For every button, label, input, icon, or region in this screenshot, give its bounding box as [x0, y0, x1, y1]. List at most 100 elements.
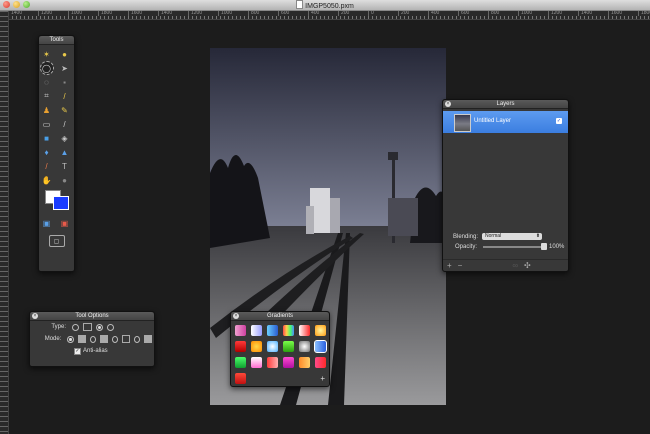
quick-mask-icon: ▣ — [42, 218, 51, 228]
gradient-swatch[interactable] — [315, 357, 326, 368]
tool-options-header: × Tool Options — [30, 312, 154, 321]
window-titlebar: IMGP5050.pxm — [0, 0, 650, 11]
vertical-ruler[interactable] — [0, 11, 9, 434]
stamp-tool-button[interactable]: ♟ — [41, 104, 53, 116]
background-color-swatch[interactable] — [53, 196, 69, 210]
wand-tool-button[interactable]: ✶ — [41, 48, 53, 60]
brush-tool-button[interactable]: / — [59, 118, 71, 130]
close-layers-button[interactable]: × — [445, 101, 451, 107]
select-arrows-icon: ⬍ — [535, 233, 541, 239]
magic-select-icon: ▪ — [63, 77, 66, 87]
lasso-tool-button[interactable]: ◌ — [41, 76, 53, 88]
ruler-label: 0 — [368, 11, 398, 16]
gradient-swatch[interactable] — [267, 325, 278, 336]
color-swatches — [45, 190, 74, 214]
ruler-label: 1800 — [638, 11, 650, 16]
gradient-swatch[interactable] — [251, 357, 262, 368]
gradient-swatch[interactable] — [267, 357, 278, 368]
layers-header: × Layers — [443, 100, 568, 109]
arrow-tool-button[interactable]: ➤ — [59, 62, 71, 74]
opacity-slider-knob[interactable] — [541, 243, 548, 250]
ellipse-select-icon: ◯ — [42, 63, 51, 73]
document-icon — [296, 0, 304, 9]
gradient-swatch[interactable] — [283, 325, 294, 336]
quick-mask-tool-button[interactable]: ▣ — [41, 217, 53, 229]
add-gradient-button[interactable]: + — [320, 374, 325, 383]
close-gradients-button[interactable]: × — [233, 313, 239, 319]
ruler-label: 1400 — [158, 11, 188, 16]
anti-alias-checkbox[interactable]: ✓ — [74, 347, 81, 355]
gradient-swatch[interactable] — [283, 341, 294, 352]
mode-radio-add[interactable] — [89, 335, 96, 343]
gradients-title: Gradients — [266, 313, 293, 319]
mode-new-icon — [77, 335, 86, 343]
drop-icon: ♦ — [44, 147, 49, 157]
gradient-swatch[interactable] — [283, 357, 294, 368]
eyedropper-tool-button[interactable]: / — [59, 90, 71, 102]
gradient-swatch[interactable] — [235, 357, 246, 368]
ruler-label: 600 — [278, 11, 308, 16]
gradient-swatch[interactable] — [235, 373, 246, 384]
fill-tool-button[interactable]: ◈ — [59, 132, 71, 144]
gradient-swatch[interactable] — [235, 341, 246, 352]
eraser-tool-button[interactable]: ▭ — [41, 118, 53, 130]
tools-panel-title: Tools — [39, 36, 74, 45]
arrow-icon: ➤ — [61, 63, 68, 73]
layer-row[interactable]: Untitled Layer ✓ — [443, 111, 568, 133]
gradient-swatch[interactable] — [299, 325, 310, 336]
mode-radio-intersect[interactable] — [133, 335, 141, 343]
layers-panel: × Layers Untitled Layer ✓ Blending: Norm… — [442, 99, 569, 272]
drop-tool-button[interactable]: ♦ — [41, 146, 53, 158]
tool-grid: ✶ ● ◯ ➤ ◌ ▪ ⌗ / ♟ ✎ ▭ / ■ ◈ ♦ ▲ / T ✋ ● — [39, 45, 74, 186]
remove-layer-button[interactable]: − — [458, 261, 463, 270]
gradient-swatch[interactable] — [315, 325, 326, 336]
fill-icon: ◈ — [61, 133, 68, 143]
lasso-icon: ◌ — [44, 77, 49, 87]
ruler-labels: 1400 1200 1000 1800 1600 1400 1200 1000 800 600 40… — [8, 11, 650, 16]
mask-mode-tool-button[interactable]: ▣ — [59, 217, 71, 229]
type-radio-ellipse[interactable] — [96, 323, 103, 331]
pencil-tool-button[interactable]: ✎ — [59, 104, 71, 116]
text-icon: T — [62, 161, 67, 171]
brush-icon: / — [63, 119, 66, 129]
magic-select-tool-button[interactable]: ▪ — [59, 76, 71, 88]
gradient-swatch[interactable] — [267, 341, 278, 352]
layer-thumbnail — [454, 114, 471, 132]
mode-row: Mode: — [30, 333, 154, 345]
zoom-tool-button[interactable]: ● — [59, 174, 71, 186]
gradient-swatch[interactable] — [299, 341, 310, 352]
mode-radio-subtract[interactable] — [111, 335, 118, 343]
fit-screen-button[interactable]: ▢ — [48, 235, 65, 247]
opacity-slider[interactable] — [483, 243, 548, 250]
mode-radio-new[interactable] — [67, 335, 74, 343]
tools-panel: Tools ✶ ● ◯ ➤ ◌ ▪ ⌗ / ♟ ✎ ▭ / ■ ◈ ♦ ▲ / T ✋ ● ▣ ▣ ▢ — [38, 35, 75, 272]
ellipse-select-tool-button[interactable]: ◯ — [39, 61, 54, 75]
smudge-icon: / — [45, 161, 48, 171]
layers-title: Layers — [496, 101, 515, 107]
gradient-swatch[interactable] — [251, 341, 262, 352]
sharpen-tool-button[interactable]: ▲ — [59, 146, 71, 158]
ruler-label: 1200 — [548, 11, 578, 16]
gradient-swatch[interactable] — [235, 325, 246, 336]
gradient-swatch[interactable] — [314, 340, 327, 353]
gradient-swatch[interactable] — [251, 325, 262, 336]
gradient-tool-button[interactable]: ■ — [41, 132, 53, 144]
type-radio-rect[interactable] — [72, 323, 79, 331]
layer-visibility-checkbox[interactable]: ✓ — [556, 118, 562, 124]
layer-settings-button[interactable]: ✣ — [524, 261, 531, 270]
ruler-label: 1000 — [518, 11, 548, 16]
smudge-tool-button[interactable]: / — [41, 160, 53, 172]
gradient-swatch[interactable] — [299, 357, 310, 368]
add-layer-button[interactable]: + — [447, 261, 452, 270]
close-tool-options-button[interactable]: × — [32, 313, 38, 319]
hand-tool-button[interactable]: ✋ — [41, 174, 53, 186]
blending-select[interactable]: Normal ⬍ — [482, 233, 543, 240]
ellipse-shape-icon — [107, 323, 114, 331]
window-title-text: IMGP5050.pxm — [305, 3, 354, 10]
eggs-tool-button[interactable]: ● — [59, 48, 71, 60]
horizontal-ruler[interactable]: 1400 1200 1000 1800 1600 1400 1200 1000 800 600 40… — [8, 11, 650, 20]
gradients-panel: × Gradients + — [230, 311, 330, 387]
text-tool-button[interactable]: T — [59, 160, 71, 172]
crop-tool-button[interactable]: ⌗ — [41, 90, 53, 102]
ruler-label: 1200 — [38, 11, 68, 16]
